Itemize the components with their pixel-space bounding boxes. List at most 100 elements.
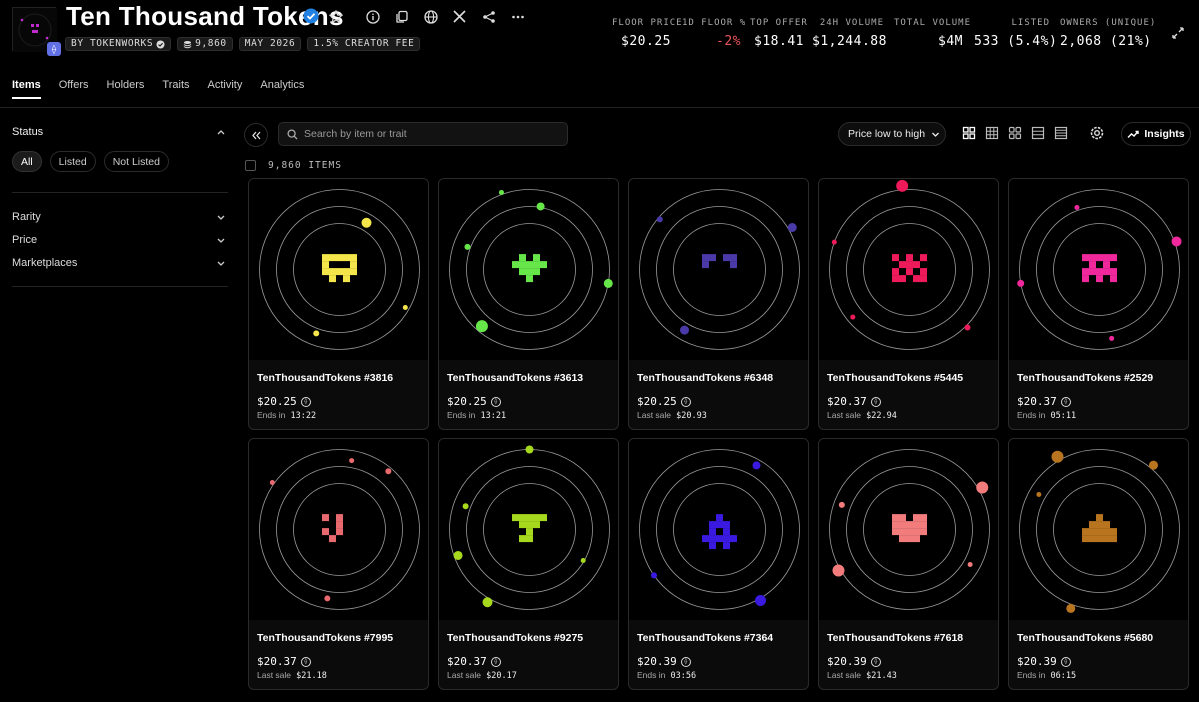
website-globe-icon[interactable]: [421, 7, 440, 26]
glyph-pixel: [730, 261, 737, 269]
glyph-pixel: [892, 514, 906, 522]
glyph-pixel: [329, 275, 336, 283]
favorite-star-icon[interactable]: [326, 7, 345, 26]
collapse-sidebar-button[interactable]: [244, 123, 268, 147]
filter-rarity[interactable]: Rarity: [12, 211, 41, 223]
nft-image: [439, 179, 618, 360]
currency-icon: ⟠: [490, 396, 501, 407]
nft-price: $20.37 ⟠: [1017, 395, 1071, 408]
nft-price: $20.39 ⟠: [827, 655, 881, 668]
orbit-dot: [752, 461, 761, 470]
sale-info-label: Last sale: [447, 670, 482, 680]
orbit-dot: [462, 503, 469, 510]
glyph-pixel: [336, 528, 343, 536]
sort-dropdown[interactable]: Price low to high: [838, 122, 946, 146]
items-toolbar: Price low to high Insights: [244, 120, 1199, 150]
settings-gear-icon[interactable]: [1087, 123, 1109, 145]
glyph-pixel: [899, 535, 920, 543]
nft-card[interactable]: TenThousandTokens #7618 $20.39 ⟠ Last sale …: [818, 438, 999, 690]
nft-price: $20.39 ⟠: [637, 655, 691, 668]
select-all-checkbox[interactable]: [245, 160, 256, 171]
search-input[interactable]: [304, 128, 554, 140]
expand-stats-icon[interactable]: [1172, 27, 1188, 43]
nft-price: $20.25 ⟠: [257, 395, 311, 408]
glyph-pixel: [519, 521, 540, 529]
tab-offers[interactable]: Offers: [59, 79, 89, 99]
small-grid-view-icon[interactable]: [1008, 126, 1022, 140]
orbit-dot: [385, 468, 392, 475]
items-count: 9,860 ITEMS: [268, 160, 342, 171]
sale-info-value: $21.43: [866, 671, 897, 681]
glyph-pixel: [913, 514, 927, 522]
copy-icon[interactable]: [392, 7, 411, 26]
orbit-dot: [453, 550, 463, 560]
more-options-icon[interactable]: [508, 7, 527, 26]
status-pill-listed[interactable]: Listed: [49, 151, 96, 172]
large-grid-view-icon[interactable]: [962, 126, 976, 140]
orbit-dot: [850, 314, 856, 320]
nft-name: TenThousandTokens #7364: [637, 632, 774, 644]
filter-marketplaces[interactable]: Marketplaces: [12, 257, 77, 269]
price-value: $20.37: [1017, 395, 1057, 408]
status-pill-not-listed[interactable]: Not Listed: [103, 151, 169, 172]
nft-image: [629, 439, 808, 620]
sale-info-label: Last sale: [257, 670, 292, 680]
tab-activity[interactable]: Activity: [208, 79, 243, 99]
orbit-dot: [832, 564, 845, 577]
nft-name: TenThousandTokens #7618: [827, 632, 964, 644]
nft-card[interactable]: TenThousandTokens #7364 $20.39 ⟠ Ends in 03…: [628, 438, 809, 690]
tab-holders[interactable]: Holders: [107, 79, 145, 99]
insights-button[interactable]: Insights: [1121, 122, 1191, 146]
glyph-pixel: [702, 261, 709, 269]
tab-items[interactable]: Items: [12, 79, 41, 99]
chevron-down-icon[interactable]: [216, 258, 226, 268]
glyph-pixel: [709, 521, 730, 529]
filter-price[interactable]: Price: [12, 234, 37, 246]
orbit-dot: [1017, 279, 1025, 287]
nft-price: $20.39 ⟠: [1017, 655, 1071, 668]
glyph-pixel: [1082, 528, 1117, 536]
share-icon[interactable]: [479, 7, 498, 26]
nft-card[interactable]: TenThousandTokens #2529 $20.37 ⟠ Ends in 05…: [1008, 178, 1189, 430]
chevron-down-icon[interactable]: [216, 212, 226, 222]
sale-info-label: Ends in: [447, 410, 476, 420]
glyph-pixel: [920, 254, 927, 262]
glyph-pixel: [1089, 261, 1096, 269]
nft-image: [1009, 179, 1188, 360]
chevron-down-icon[interactable]: [216, 235, 226, 245]
status-filter-title[interactable]: Status: [12, 126, 43, 138]
list-view-icon[interactable]: [1031, 126, 1045, 140]
nft-card[interactable]: TenThousandTokens #9275 $20.37 ⟠ Last sale …: [438, 438, 619, 690]
stat-24h-volume: 24H VOLUME $1,244.88: [812, 18, 887, 49]
orbit-dot: [1074, 204, 1080, 210]
search-icon: [287, 128, 298, 139]
creator-tag[interactable]: BY TOKENWORKS: [65, 37, 172, 51]
creator-fee-tag: 1.5% CREATOR FEE: [307, 37, 421, 51]
nft-card[interactable]: TenThousandTokens #3613 $20.25 ⟠ Ends in 13…: [438, 178, 619, 430]
info-icon[interactable]: [363, 7, 382, 26]
glyph-pixel: [892, 528, 927, 536]
x-twitter-icon[interactable]: [450, 7, 469, 26]
currency-icon: ⟠: [300, 396, 311, 407]
chevron-up-icon[interactable]: [216, 127, 226, 137]
nft-card[interactable]: TenThousandTokens #7995 $20.37 ⟠ Last sale …: [248, 438, 429, 690]
glyph-pixel: [723, 528, 730, 536]
nft-card[interactable]: TenThousandTokens #5680 $20.39 ⟠ Ends in 06…: [1008, 438, 1189, 690]
currency-icon: ⟠: [680, 656, 691, 667]
price-value: $20.37: [257, 655, 297, 668]
nft-card[interactable]: TenThousandTokens #5445 $20.37 ⟠ Last sale …: [818, 178, 999, 430]
nft-card[interactable]: TenThousandTokens #3816 $20.25 ⟠ Ends in 13…: [248, 178, 429, 430]
sale-info-value: 06:15: [1050, 671, 1077, 681]
table-view-icon[interactable]: [1054, 126, 1068, 140]
status-pill-all[interactable]: All: [12, 151, 42, 172]
orbit-dot: [525, 445, 534, 454]
nft-card[interactable]: TenThousandTokens #6348 $20.25 ⟠ Last sale …: [628, 178, 809, 430]
medium-grid-view-icon[interactable]: [985, 126, 999, 140]
supply-count: 9,860: [195, 38, 227, 49]
orbit-dot: [269, 479, 275, 485]
tab-analytics[interactable]: Analytics: [260, 79, 304, 99]
price-value: $20.37: [447, 655, 487, 668]
orbit-dot: [498, 189, 504, 195]
tab-traits[interactable]: Traits: [162, 79, 189, 99]
price-value: $20.37: [827, 395, 867, 408]
